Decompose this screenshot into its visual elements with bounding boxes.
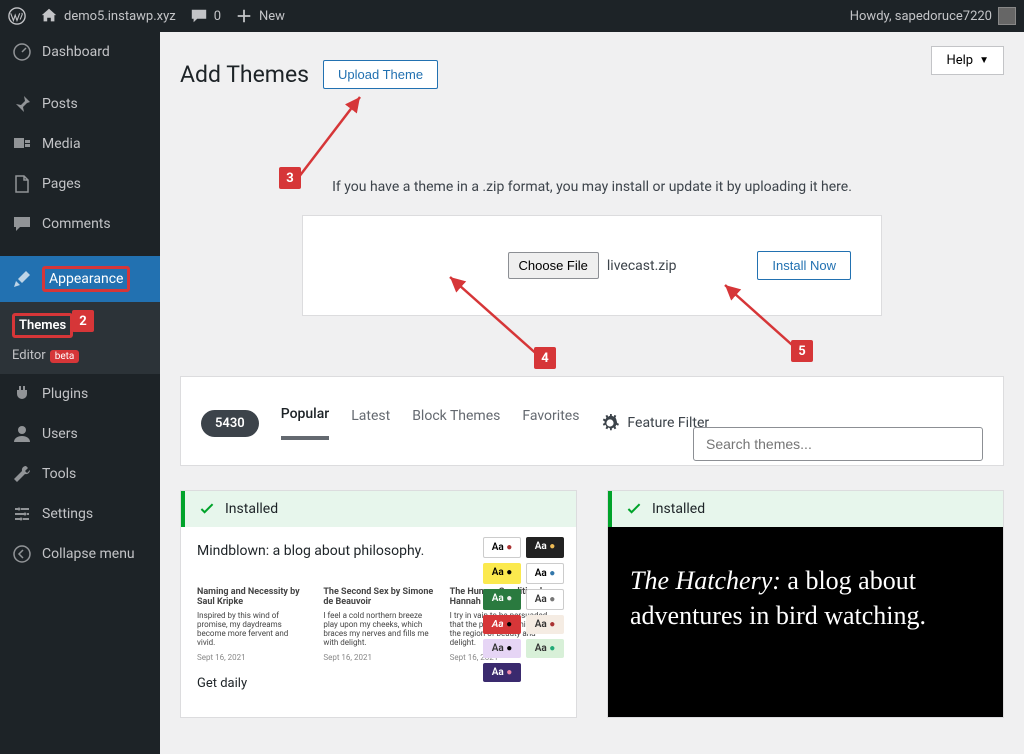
- tab-latest[interactable]: Latest: [351, 408, 390, 438]
- annotation-arrow: [290, 87, 380, 187]
- sliders-icon: [12, 504, 32, 524]
- submenu-item-themes[interactable]: Themes 2: [0, 308, 160, 343]
- uploaded-filename: livecast.zip: [607, 258, 677, 274]
- choose-file-button[interactable]: Choose File: [508, 252, 599, 279]
- sidebar-item-tools[interactable]: Tools: [0, 454, 160, 494]
- sidebar-item-comments[interactable]: Comments: [0, 204, 160, 244]
- theme-grid: Installed Aa ● Aa ● Aa ● Aa ● Aa ● Aa ● …: [180, 490, 1004, 718]
- user-greeting[interactable]: Howdy, sapedoruce7220: [850, 7, 1016, 25]
- annotation-badge-3: 3: [279, 167, 301, 189]
- admin-toolbar: demo5.instawp.xyz 0 New Howdy, sapedoruc…: [0, 0, 1024, 32]
- sidebar-item-settings[interactable]: Settings: [0, 494, 160, 534]
- sidebar-item-pages[interactable]: Pages: [0, 164, 160, 204]
- gear-icon: [601, 414, 619, 432]
- theme-preview: Aa ● Aa ● Aa ● Aa ● Aa ● Aa ● Aa ● Aa ● …: [181, 527, 576, 717]
- dashboard-icon: [12, 42, 32, 62]
- sidebar-item-plugins[interactable]: Plugins: [0, 374, 160, 414]
- new-content-link[interactable]: New: [235, 7, 285, 25]
- comment-count: 0: [214, 9, 221, 24]
- collapse-menu[interactable]: Collapse menu: [0, 534, 160, 574]
- site-name: demo5.instawp.xyz: [64, 9, 176, 24]
- tab-block-themes[interactable]: Block Themes: [412, 408, 500, 438]
- collapse-icon: [12, 544, 32, 564]
- annotation-badge-5: 5: [791, 340, 813, 362]
- search-themes-input[interactable]: [693, 427, 983, 461]
- tab-favorites[interactable]: Favorites: [522, 408, 579, 438]
- theme-card[interactable]: Installed Aa ● Aa ● Aa ● Aa ● Aa ● Aa ● …: [180, 490, 577, 718]
- plug-icon: [12, 384, 32, 404]
- new-label: New: [259, 9, 285, 24]
- comments-link[interactable]: 0: [190, 7, 221, 25]
- installed-badge: Installed: [181, 491, 576, 527]
- appearance-submenu: Themes 2 Editorbeta: [0, 302, 160, 374]
- site-link[interactable]: demo5.instawp.xyz: [40, 7, 176, 25]
- annotation-badge-4: 4: [534, 347, 556, 369]
- wrench-icon: [12, 464, 32, 484]
- brush-icon: [12, 269, 32, 289]
- sidebar-item-appearance[interactable]: Appearance 1: [0, 256, 160, 302]
- upload-zone: If you have a theme in a .zip format, yo…: [180, 179, 1004, 316]
- theme-card[interactable]: Installed The Hatchery: a blog about adv…: [607, 490, 1004, 718]
- upload-hint: If you have a theme in a .zip format, yo…: [180, 179, 1004, 195]
- page-header: Add Themes Upload Theme: [180, 60, 1004, 89]
- admin-sidebar: Dashboard Posts Media Pages Comments App…: [0, 32, 160, 754]
- user-icon: [12, 424, 32, 444]
- sidebar-item-posts[interactable]: Posts: [0, 84, 160, 124]
- appearance-highlight: Appearance: [42, 266, 130, 292]
- install-now-button[interactable]: Install Now: [757, 251, 851, 280]
- page-icon: [12, 174, 32, 194]
- preview-headline: The Hatchery: a blog about adventures in…: [624, 543, 987, 633]
- theme-count: 5430: [201, 410, 259, 437]
- pin-icon: [12, 94, 32, 114]
- avatar: [998, 7, 1016, 25]
- themes-highlight: Themes: [12, 313, 73, 338]
- media-icon: [12, 134, 32, 154]
- beta-badge: beta: [50, 350, 80, 363]
- style-variation-grid: Aa ● Aa ● Aa ● Aa ● Aa ● Aa ● Aa ● Aa ● …: [483, 537, 564, 682]
- tab-popular[interactable]: Popular: [281, 406, 330, 440]
- chevron-down-icon: ▼: [979, 55, 989, 66]
- sidebar-item-users[interactable]: Users: [0, 414, 160, 454]
- help-tab[interactable]: Help▼: [931, 46, 1004, 75]
- submenu-item-editor[interactable]: Editorbeta: [0, 343, 160, 368]
- installed-badge: Installed: [608, 491, 1003, 527]
- check-icon: [626, 501, 642, 517]
- sidebar-item-media[interactable]: Media: [0, 124, 160, 164]
- annotation-badge-2: 2: [72, 310, 94, 332]
- sidebar-item-dashboard[interactable]: Dashboard: [0, 32, 160, 72]
- wp-logo[interactable]: [8, 7, 26, 25]
- upload-theme-button[interactable]: Upload Theme: [323, 60, 438, 89]
- comment-icon: [12, 214, 32, 234]
- upload-box: Choose File livecast.zip Install Now: [302, 215, 882, 316]
- theme-filter-bar: 5430 Popular Latest Block Themes Favorit…: [180, 376, 1004, 466]
- page-title: Add Themes: [180, 61, 309, 88]
- theme-preview: The Hatchery: a blog about adventures in…: [608, 527, 1003, 717]
- check-icon: [199, 501, 215, 517]
- main-content: Help▼ Add Themes Upload Theme If you hav…: [160, 32, 1024, 754]
